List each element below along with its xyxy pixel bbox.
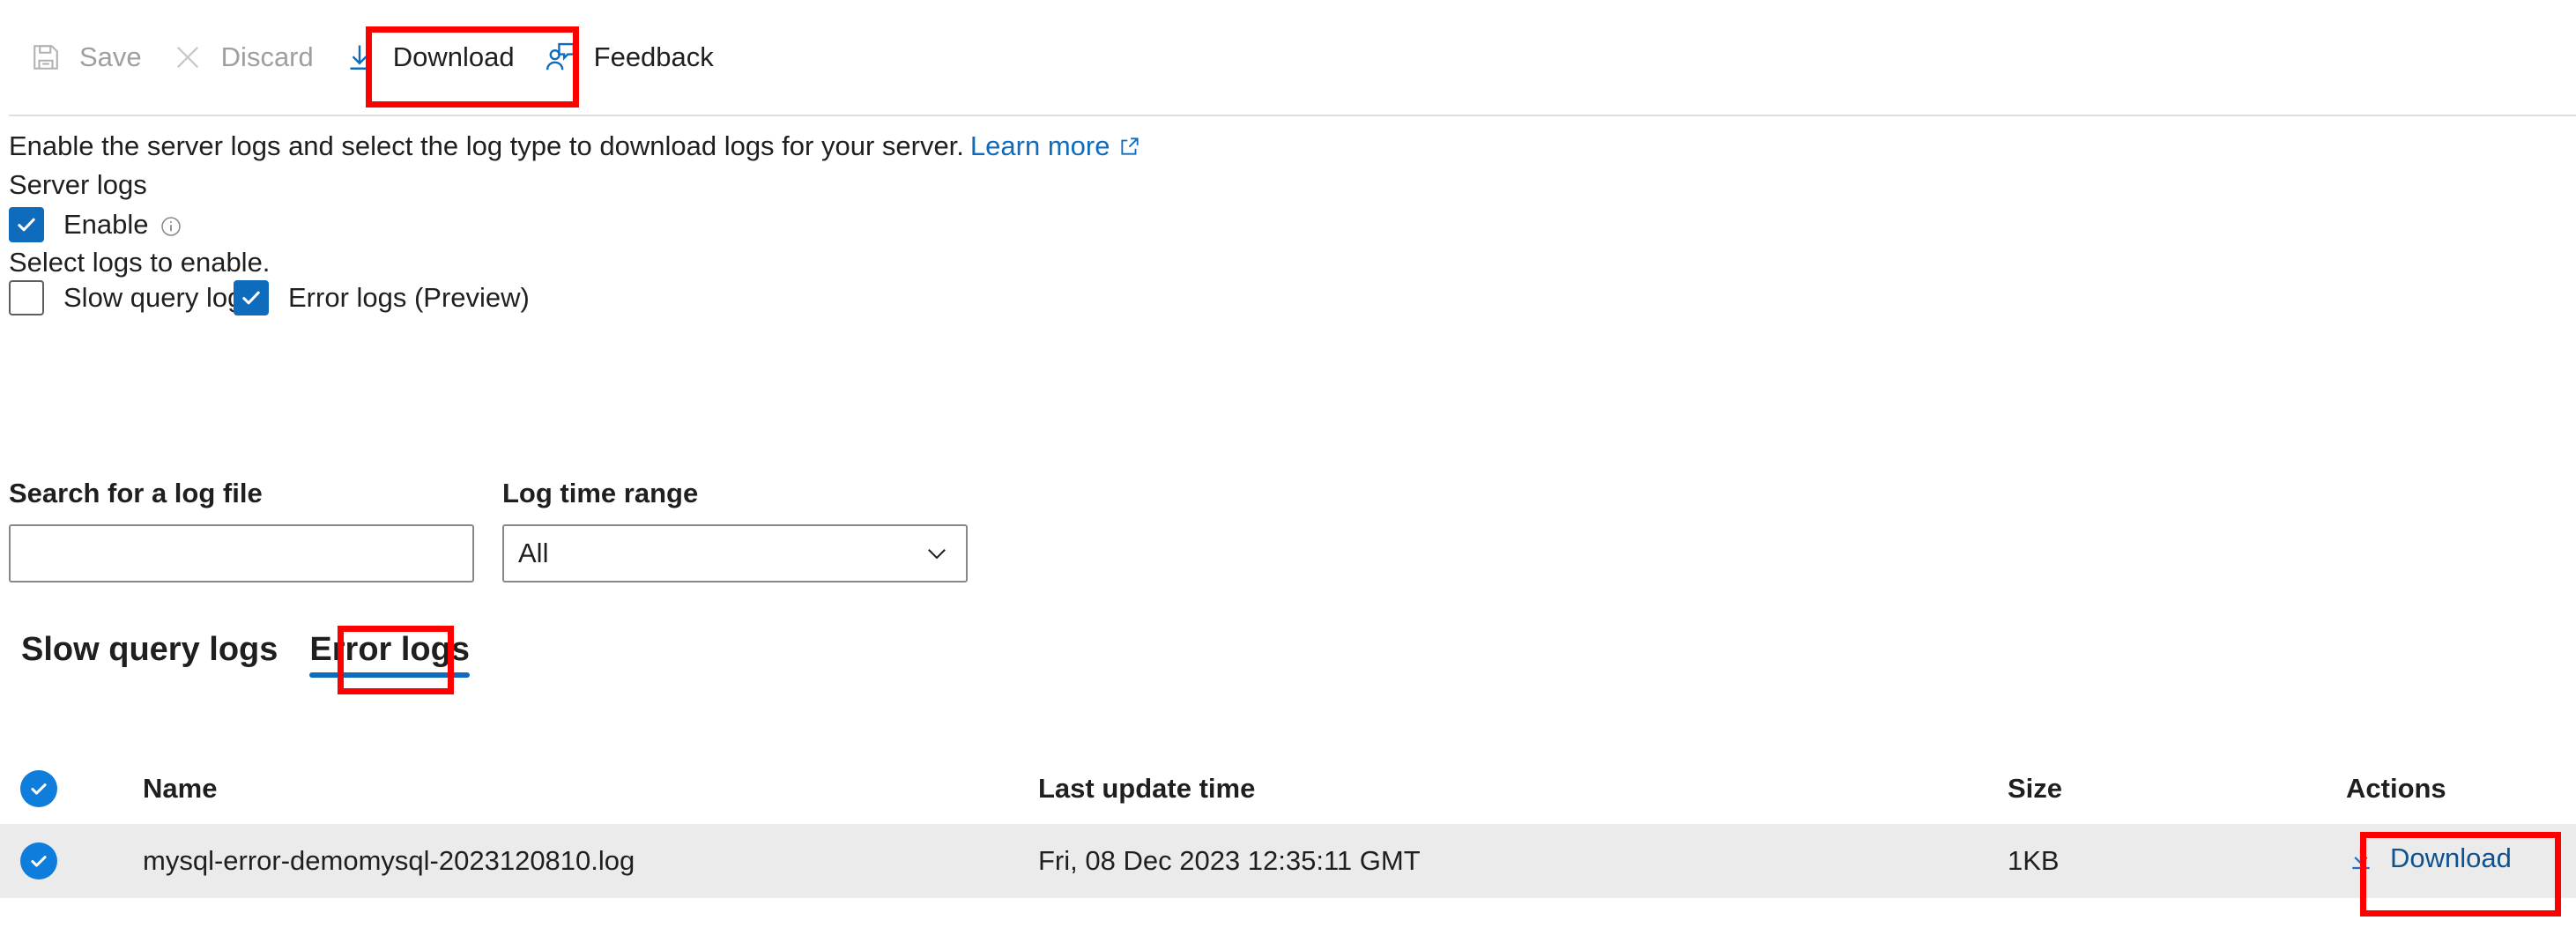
slow-query-logs-row: Slow query logs: [9, 280, 256, 315]
download-icon: [2346, 843, 2376, 873]
server-logs-page: Save Discard Download: [0, 0, 2576, 935]
tab-underline: [21, 672, 278, 678]
search-input[interactable]: [9, 524, 474, 583]
description-text: Enable the server logs and select the lo…: [9, 130, 964, 162]
search-field-label: Search for a log file: [9, 478, 263, 509]
toolbar-divider: [9, 115, 2576, 116]
log-type-tabs: Slow query logs Error logs: [9, 626, 489, 688]
info-icon[interactable]: [160, 215, 182, 238]
column-header-actions: Actions: [2316, 773, 2576, 805]
log-time-range-select[interactable]: All: [502, 524, 968, 583]
tab-error-logs[interactable]: Error logs: [297, 626, 489, 688]
error-logs-label: Error logs (Preview): [288, 282, 530, 314]
cell-size: 1KB: [2008, 845, 2316, 877]
row-select-checkbox[interactable]: [20, 842, 57, 879]
cell-log-file-name: mysql-error-demomysql-2023120810.log: [78, 845, 1038, 877]
tab-slow-query-logs[interactable]: Slow query logs: [9, 626, 297, 688]
log-time-range-value: All: [518, 538, 922, 569]
row-select-cell: [0, 842, 78, 879]
save-label: Save: [79, 41, 142, 73]
tab-slow-query-logs-label: Slow query logs: [21, 631, 278, 668]
tab-underline: [309, 672, 470, 678]
download-icon: [340, 38, 379, 77]
column-header-name[interactable]: Name: [78, 773, 1038, 805]
cell-actions: Download: [2316, 842, 2576, 880]
tab-error-logs-label: Error logs: [309, 631, 470, 668]
feedback-label: Feedback: [594, 41, 714, 73]
server-logs-section-label: Server logs: [9, 169, 147, 201]
enable-label: Enable: [63, 209, 149, 241]
cell-last-update-time: Fri, 08 Dec 2023 12:35:11 GMT: [1038, 845, 2008, 877]
feedback-button[interactable]: Feedback: [534, 30, 733, 85]
save-button[interactable]: Save: [19, 30, 161, 85]
external-link-icon: [1118, 133, 1141, 165]
row-download-label: Download: [2390, 842, 2512, 874]
column-header-last-update-time[interactable]: Last update time: [1038, 773, 2008, 805]
learn-more-label: Learn more: [970, 130, 1110, 162]
chevron-down-icon: [922, 538, 952, 568]
discard-label: Discard: [221, 41, 314, 73]
discard-button[interactable]: Discard: [161, 30, 333, 85]
slow-query-logs-checkbox[interactable]: [9, 280, 44, 315]
select-all-cell: [0, 770, 78, 807]
select-all-checkbox[interactable]: [20, 770, 57, 807]
feedback-person-icon: [541, 38, 580, 77]
command-bar: Save Discard Download: [0, 0, 2576, 115]
error-logs-row: Error logs (Preview): [234, 280, 530, 315]
column-header-size[interactable]: Size: [2008, 773, 2316, 805]
download-button[interactable]: Download: [333, 30, 534, 85]
download-label: Download: [393, 41, 515, 73]
close-icon: [168, 38, 207, 77]
enable-server-logs-row: Enable: [9, 207, 182, 242]
log-files-table: Name Last update time Size Actions mysql…: [0, 753, 2576, 898]
time-range-field-label: Log time range: [502, 478, 698, 509]
row-download-link[interactable]: Download: [2346, 842, 2512, 874]
page-description: Enable the server logs and select the lo…: [9, 130, 1141, 162]
table-row[interactable]: mysql-error-demomysql-2023120810.log Fri…: [0, 824, 2576, 898]
save-icon: [26, 38, 65, 77]
slow-query-logs-label: Slow query logs: [63, 282, 256, 314]
error-logs-checkbox[interactable]: [234, 280, 269, 315]
enable-checkbox[interactable]: [9, 207, 44, 242]
table-header-row: Name Last update time Size Actions: [0, 753, 2576, 824]
learn-more-link[interactable]: Learn more: [970, 130, 1142, 162]
select-logs-label: Select logs to enable.: [9, 247, 270, 278]
